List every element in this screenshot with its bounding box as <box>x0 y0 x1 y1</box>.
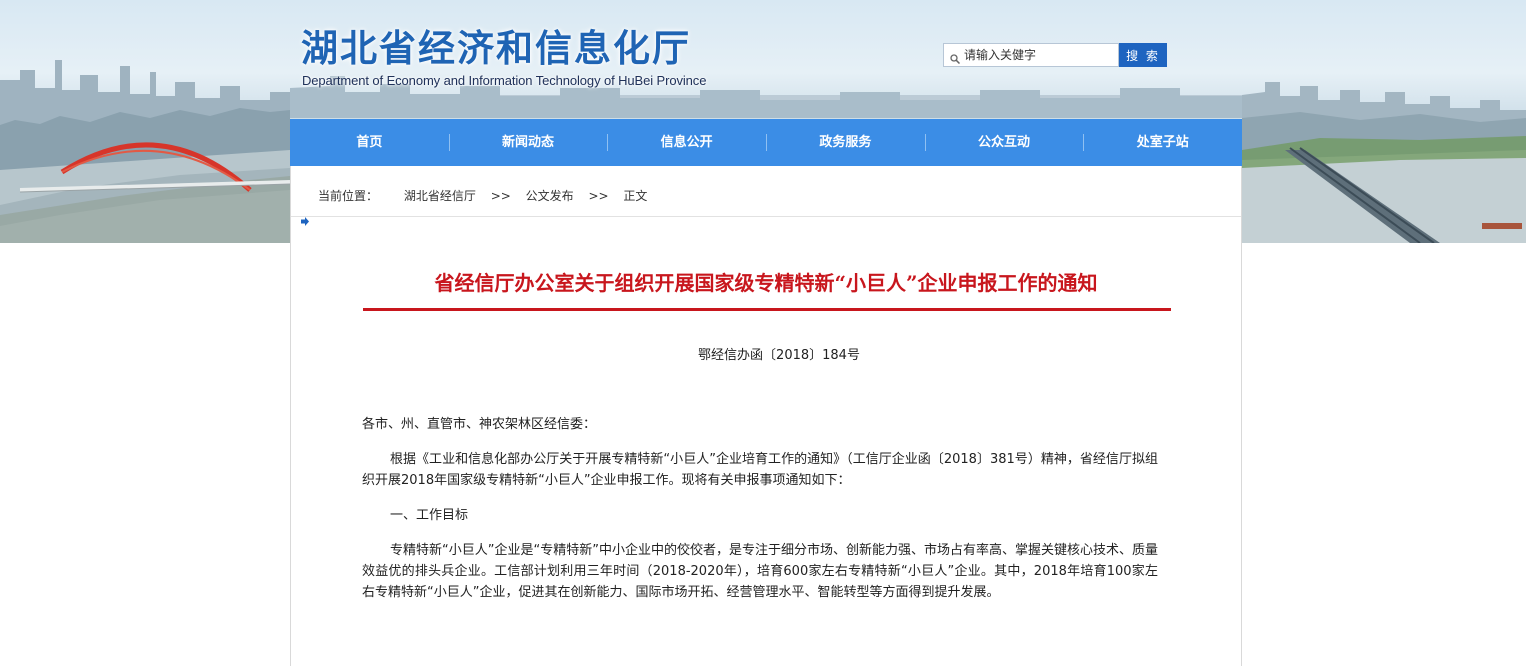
nav-item-department-sites[interactable]: 处室子站 <box>1083 119 1242 166</box>
main-nav: 首页 新闻动态 信息公开 政务服务 公众互动 处室子站 <box>290 119 1242 166</box>
content-panel: 当前位置： 湖北省经信厅 >> 公文发布 >> 正文 省经信厅办公室关于组织开展… <box>290 166 1242 666</box>
article-body: 各市、州、直管市、神农架林区经信委： 根据《工业和信息化部办公厅关于开展专精特新… <box>362 414 1158 603</box>
article-title: 省经信厅办公室关于组织开展国家级专精特新“小巨人”企业申报工作的通知 <box>434 270 1098 295</box>
article-paragraph: 专精特新“小巨人”企业是“专精特新”中小企业中的佼佼者，是专注于细分市场、创新能… <box>362 543 1158 600</box>
breadcrumb-link-documents[interactable]: 公文发布 <box>526 189 574 203</box>
breadcrumb-current: 正文 <box>623 189 648 203</box>
nav-item-news[interactable]: 新闻动态 <box>448 119 608 166</box>
arrow-right-icon <box>301 192 309 252</box>
nav-item-info-disclosure[interactable]: 信息公开 <box>607 119 766 166</box>
article-section-heading: 一、工作目标 <box>390 508 469 523</box>
site-title: 湖北省经济和信息化厅 <box>301 27 691 70</box>
breadcrumb-link-home[interactable]: 湖北省经信厅 <box>404 189 476 203</box>
article-paragraph: 根据《工业和信息化部办公厅关于开展专精特新“小巨人”企业培育工作的通知》（工信厅… <box>362 452 1158 488</box>
nav-item-public-interaction[interactable]: 公众互动 <box>924 119 1084 166</box>
breadcrumb-label: 当前位置： <box>318 189 379 203</box>
title-divider <box>363 308 1171 311</box>
breadcrumb-separator: >> <box>588 189 609 203</box>
breadcrumb-separator: >> <box>490 189 511 203</box>
search-box[interactable] <box>943 43 1119 67</box>
search-icon <box>950 49 961 68</box>
breadcrumb: 当前位置： 湖北省经信厅 >> 公文发布 >> 正文 <box>291 166 1241 226</box>
nav-item-home[interactable]: 首页 <box>290 119 449 166</box>
document-number: 鄂经信办函〔2018〕184号 <box>698 348 860 363</box>
site-subtitle-en: Department of Economy and Information Te… <box>302 73 707 88</box>
search-button[interactable]: 搜 索 <box>1119 43 1167 67</box>
search-input[interactable] <box>964 46 1114 64</box>
nav-item-gov-services[interactable]: 政务服务 <box>766 119 925 166</box>
article-salutation: 各市、州、直管市、神农架林区经信委： <box>362 417 597 432</box>
